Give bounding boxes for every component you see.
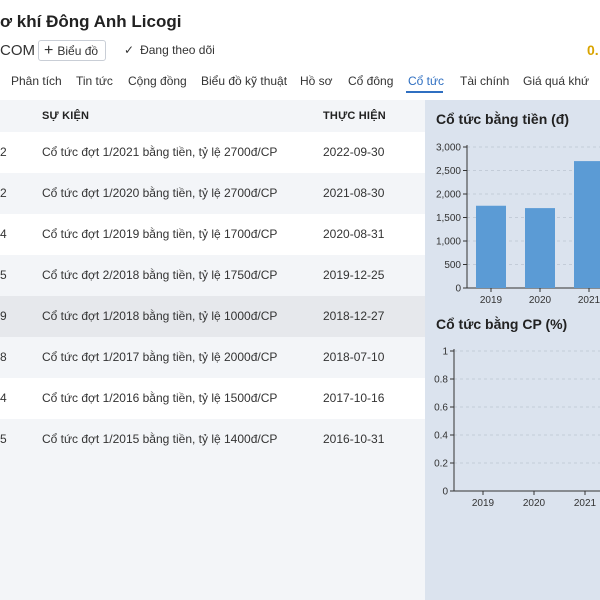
row-event: Cổ tức đợt 2/2018 bằng tiền, tỷ lệ 1750đ… (42, 268, 278, 282)
x-tick-label: 2019 (480, 295, 503, 306)
row-value-cut: 2 (0, 186, 7, 200)
tab-news[interactable]: Tin tức (76, 74, 113, 88)
row-date: 2017-10-16 (323, 391, 385, 405)
stock-header: ơ khí Đông Anh Licogi COM + Biểu đồ ✓ Đa… (0, 0, 600, 100)
tab-financials[interactable]: Tài chính (460, 74, 509, 88)
tab-price-history[interactable]: Giá quá khứ (523, 74, 589, 88)
y-tick-label: 1,500 (436, 213, 461, 224)
bar-2021[interactable] (574, 161, 600, 288)
row-event: Cổ tức đợt 1/2020 bằng tiền, tỷ lệ 2700đ… (42, 186, 278, 200)
y-tick-label: 0.4 (434, 431, 448, 442)
row-event: Cổ tức đợt 1/2021 bằng tiền, tỷ lệ 2700đ… (42, 145, 278, 159)
bar-2020[interactable] (525, 208, 555, 288)
cash-dividend-chart: 0 500 1,000 1,500 2,000 2,500 3,000 2019 2020 202… (436, 143, 600, 306)
y-tick-label: 500 (444, 260, 461, 271)
dividend-events-table: SỰ KIỆN THỰC HIỆN 2 Cổ tức đợt 1/2021 bằ… (0, 100, 425, 600)
row-date: 2016-10-31 (323, 432, 385, 446)
row-event: Cổ tức đợt 1/2018 bằng tiền, tỷ lệ 1000đ… (42, 309, 278, 323)
row-date: 2020-08-31 (323, 227, 385, 241)
company-name: ơ khí Đông Anh Licogi (0, 12, 182, 31)
table-row[interactable]: 2 Cổ tức đợt 1/2021 bằng tiền, tỷ lệ 270… (0, 132, 425, 173)
tab-profile[interactable]: Hồ sơ (300, 74, 333, 88)
bar-2019[interactable] (476, 205, 506, 288)
row-value-cut: 9 (0, 309, 7, 323)
row-value-cut: 5 (0, 268, 7, 282)
row-value-cut: 8 (0, 350, 7, 364)
stock-dividend-chart: 0 0.2 0.4 0.6 0.8 1 2019 2020 2021 (434, 347, 600, 509)
add-chart-button[interactable]: + Biểu đồ (38, 40, 107, 61)
row-date: 2018-07-10 (323, 350, 385, 364)
row-value-cut: 5 (0, 432, 7, 446)
x-tick-label: 2019 (472, 498, 495, 509)
cash-dividend-chart-title: Cổ tức bằng tiền (đ) (436, 111, 570, 127)
y-tick-label: 0.2 (434, 459, 448, 470)
tab-dividends[interactable]: Cổ tức (408, 74, 444, 88)
dividend-charts-panel: Cổ tức bằng tiền (đ) 0 500 1,000 1,500 2,000… (425, 100, 600, 600)
table-row[interactable]: 8 Cổ tức đợt 1/2017 bằng tiền, tỷ lệ 200… (0, 337, 425, 378)
follow-toggle[interactable]: ✓ Đang theo dõi (124, 43, 215, 57)
row-value-cut: 2 (0, 145, 7, 159)
tab-analysis[interactable]: Phân tích (11, 74, 62, 88)
row-event: Cổ tức đợt 1/2016 bằng tiền, tỷ lệ 1500đ… (42, 391, 278, 405)
y-tick-label: 2,000 (436, 190, 461, 201)
tab-technical-chart[interactable]: Biểu đồ kỹ thuật (201, 74, 287, 88)
table-row[interactable]: 4 Cổ tức đợt 1/2019 bằng tiền, tỷ lệ 170… (0, 214, 425, 255)
follow-label: Đang theo dõi (140, 43, 215, 57)
y-tick-label: 0.6 (434, 403, 448, 414)
header-event: SỰ KIỆN (42, 110, 90, 122)
y-tick-label: 1,000 (436, 237, 461, 248)
add-chart-label: Biểu đồ (57, 43, 99, 58)
active-tab-indicator (406, 91, 443, 93)
ticker-symbol: COM (0, 42, 35, 59)
row-value-cut: 4 (0, 391, 7, 405)
x-tick-label: 2021 (578, 295, 600, 306)
row-value-cut: 4 (0, 227, 7, 241)
tab-community[interactable]: Cộng đồng (128, 74, 187, 88)
stock-dividend-chart-title: Cổ tức bằng CP (%) (436, 316, 568, 332)
y-tick-label: 0 (455, 284, 461, 295)
x-tick-label: 2021 (574, 498, 597, 509)
row-date: 2022-09-30 (323, 145, 385, 159)
stock-price: 0. (587, 42, 599, 58)
check-icon: ✓ (124, 43, 135, 57)
y-tick-label: 0 (442, 487, 448, 498)
row-event: Cổ tức đợt 1/2019 bằng tiền, tỷ lệ 1700đ… (42, 227, 278, 241)
table-row[interactable]: 5 Cổ tức đợt 1/2015 bằng tiền, tỷ lệ 140… (0, 419, 425, 460)
plus-icon: + (44, 41, 54, 59)
row-date: 2021-08-30 (323, 186, 385, 200)
y-tick-label: 1 (442, 347, 448, 358)
row-date: 2019-12-25 (323, 268, 385, 282)
header-execution-date: THỰC HIỆN (323, 110, 386, 122)
y-tick-label: 2,500 (436, 166, 461, 177)
row-date: 2018-12-27 (323, 309, 385, 323)
table-row[interactable]: 4 Cổ tức đợt 1/2016 bằng tiền, tỷ lệ 150… (0, 378, 425, 419)
table-row[interactable]: 9 Cổ tức đợt 1/2018 bằng tiền, tỷ lệ 100… (0, 296, 425, 337)
y-tick-label: 0.8 (434, 375, 448, 386)
x-tick-label: 2020 (523, 498, 546, 509)
stock-tabs: Phân tích Tin tức Cộng đồng Biểu đồ kỹ t… (0, 70, 600, 100)
row-event: Cổ tức đợt 1/2017 bằng tiền, tỷ lệ 2000đ… (42, 350, 278, 364)
y-tick-label: 3,000 (436, 143, 461, 154)
table-row[interactable]: 5 Cổ tức đợt 2/2018 bằng tiền, tỷ lệ 175… (0, 255, 425, 296)
tab-shareholders[interactable]: Cổ đông (348, 74, 393, 88)
x-tick-label: 2020 (529, 295, 552, 306)
table-row[interactable]: 2 Cổ tức đợt 1/2020 bằng tiền, tỷ lệ 270… (0, 173, 425, 214)
row-event: Cổ tức đợt 1/2015 bằng tiền, tỷ lệ 1400đ… (42, 432, 278, 446)
